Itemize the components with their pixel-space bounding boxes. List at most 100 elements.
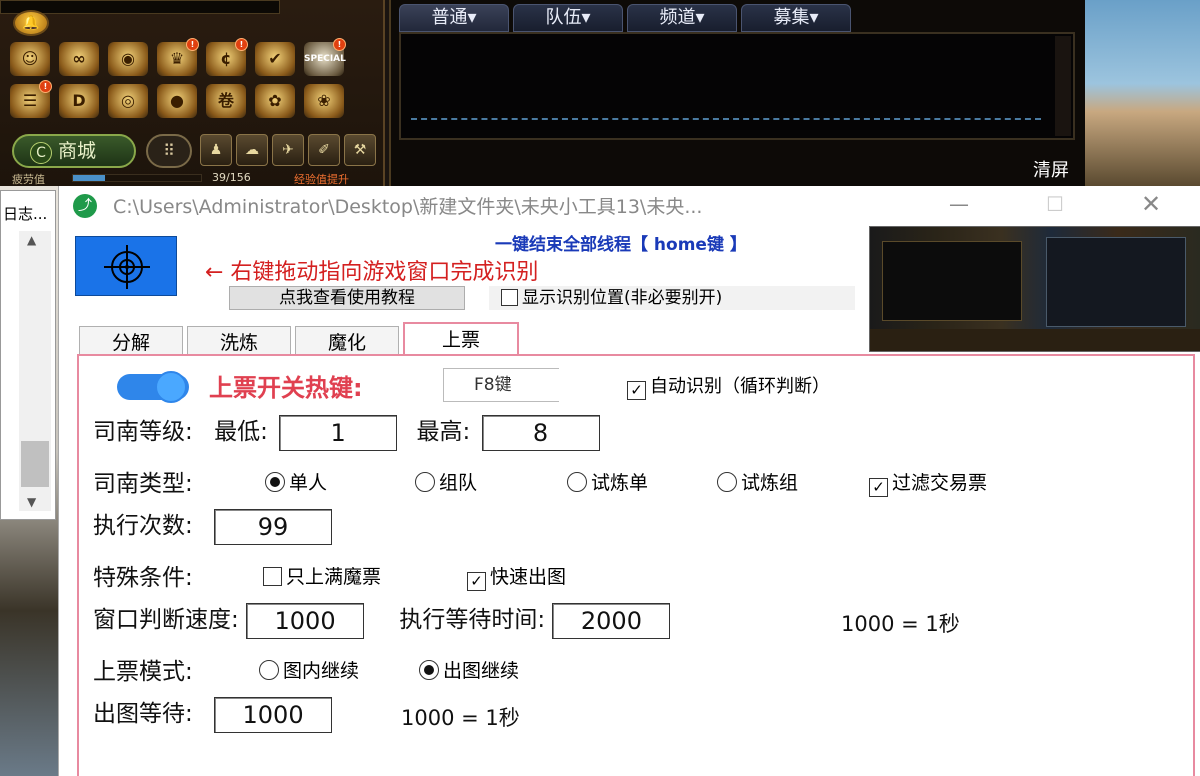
filter-trade-checkbox[interactable]: ✓ 过滤交易票 — [869, 468, 987, 497]
crown-icon[interactable]: ♛! — [157, 38, 199, 76]
daily-d-icon[interactable]: D — [59, 84, 99, 118]
tutorial-button[interactable]: 点我查看使用教程 — [229, 286, 465, 310]
scroll-down-icon[interactable]: ▼ — [27, 495, 36, 509]
radio-label: 试炼组 — [741, 472, 799, 494]
preview-pane-right — [1046, 237, 1186, 327]
hud-small-icon[interactable]: ✈ — [272, 134, 304, 166]
crosshair-target-icon[interactable] — [75, 236, 177, 296]
daily-d-icon-glyph: D — [72, 91, 86, 110]
share-app-icon: ⤴ — [73, 194, 97, 218]
mascot-icon[interactable]: ❀ — [304, 84, 344, 118]
hotkey-input[interactable]: F8键 — [443, 368, 559, 402]
window-title: C:\Users\Administrator\Desktop\新建文件夹\未央小… — [113, 196, 703, 218]
tab-bar: 分解 洗炼 魔化 上票 — [79, 322, 519, 358]
shop-label: 商城 — [58, 140, 97, 162]
radio-label: 试炼单 — [591, 472, 649, 494]
exec-count-row: 执行次数: 99 — [93, 506, 333, 545]
special-label: 特殊条件: — [93, 565, 193, 591]
checklist-icon[interactable]: ✔ — [255, 42, 295, 76]
game-preview-image — [869, 226, 1200, 352]
chat-tab-1[interactable]: 队伍▾ — [513, 4, 623, 32]
hud-small-icon[interactable]: ⚒ — [344, 134, 376, 166]
chat-tab-3[interactable]: 募集▾ — [741, 4, 851, 32]
radio-option-0[interactable]: 单人 — [265, 468, 327, 495]
pet-icon[interactable]: ✿ — [255, 84, 295, 118]
radio-option-1[interactable]: 组队 — [415, 468, 477, 495]
window-speed-input[interactable]: 1000 — [246, 602, 365, 639]
bell-icon[interactable]: 🔔 — [13, 10, 49, 36]
level-max-input[interactable]: 8 — [481, 414, 600, 451]
radio-button[interactable] — [259, 660, 279, 680]
chat-box[interactable] — [399, 32, 1075, 140]
map-pin-icon-glyph: ● — [170, 91, 184, 110]
ticket-toggle-switch[interactable] — [117, 371, 189, 403]
scroll-up-icon[interactable]: ▲ — [27, 233, 36, 247]
hud-icon-row-1: ☺ ∞ ◉ ♛! ¢! ✔ SPECIAL! — [10, 38, 346, 76]
radio-button[interactable] — [717, 472, 737, 492]
radio-button[interactable] — [265, 472, 285, 492]
game-hud: 🔔 ☺ ∞ ◉ ♛! ¢! ✔ SPECIAL! ☰! D ◎ ● 卷 ✿ ❀ C 商城 ⠿ ♟ ☁ ✈ ✐ ⚒ … — [0, 0, 385, 186]
chat-scrollbar[interactable] — [1055, 36, 1071, 136]
eye-icon-glyph: ◉ — [121, 49, 135, 68]
auto-detect-checkbox[interactable]: ✓ 自动识别（循环判断） — [627, 372, 830, 400]
pet-icon-glyph: ✿ — [268, 91, 282, 110]
radio-option-0[interactable]: 图内继续 — [259, 656, 359, 683]
checkbox-box[interactable] — [501, 289, 518, 306]
radio-option-3[interactable]: 试炼组 — [717, 468, 798, 495]
radio-option-2[interactable]: 试炼单 — [567, 468, 648, 495]
fast-map-checkbox[interactable]: ✓ 快速出图 — [467, 562, 566, 591]
notification-badge: ! — [333, 38, 346, 51]
ms-note-2: 1000 = 1秒 — [401, 706, 520, 730]
chat-tab-0[interactable]: 普通▾ — [399, 4, 509, 32]
end-all-threads-text: 一键结束全部线程【 home键 】 — [495, 235, 747, 255]
coin-c-icon[interactable]: ¢! — [206, 38, 248, 76]
log-window: 日志... ▲ ▼ — [0, 190, 56, 520]
exec-count-input[interactable]: 99 — [214, 508, 333, 545]
preview-bottom-bar — [870, 329, 1200, 351]
radio-button[interactable] — [567, 472, 587, 492]
map-pin-icon[interactable]: ● — [157, 84, 197, 118]
radio-option-1[interactable]: 出图继续 — [419, 656, 519, 683]
chat-tab-2[interactable]: 频道▾ — [627, 4, 737, 32]
shop-button[interactable]: C 商城 — [12, 134, 136, 168]
hud-small-icon[interactable]: ♟ — [200, 134, 232, 166]
hud-small-icon[interactable]: ✐ — [308, 134, 340, 166]
notice-board-icon[interactable]: ☰! — [10, 80, 52, 118]
radio-button[interactable] — [419, 660, 439, 680]
checkbox-box[interactable]: ✓ — [467, 572, 486, 591]
only-full-checkbox[interactable]: 只上满魔票 — [263, 562, 381, 589]
exit-wait-label: 出图等待: — [93, 701, 193, 727]
close-button[interactable]: ✕ — [1131, 190, 1171, 218]
exit-wait-input[interactable]: 1000 — [214, 696, 333, 733]
radio-button[interactable] — [415, 472, 435, 492]
maximize-button[interactable]: ☐ — [1035, 190, 1075, 218]
tab-3[interactable]: 上票 — [403, 322, 519, 356]
chain-link-icon[interactable]: ∞ — [59, 42, 99, 76]
special-icon[interactable]: SPECIAL! — [304, 38, 346, 76]
grid-menu-button[interactable]: ⠿ — [146, 134, 192, 168]
level-min-input[interactable]: 1 — [279, 414, 398, 451]
log-scrollbar[interactable]: ▲ ▼ — [19, 231, 51, 511]
preview-pane-left — [882, 241, 1022, 321]
scroll-icon[interactable]: 卷 — [206, 84, 246, 118]
character-icon[interactable]: ☺ — [10, 42, 50, 76]
notification-badge: ! — [235, 38, 248, 51]
fatigue-bar: 疲劳值 39/156 经验值提升 — [12, 170, 382, 186]
hud-small-icons: ♟ ☁ ✈ ✐ ⚒ — [200, 134, 376, 166]
ring-icon[interactable]: ◎ — [108, 84, 148, 118]
show-position-checkbox[interactable]: 显示识别位置(非必要别开) — [489, 286, 855, 310]
checklist-icon-glyph: ✔ — [268, 49, 282, 68]
scroll-thumb[interactable] — [21, 441, 49, 487]
checkbox-box[interactable]: ✓ — [627, 381, 646, 400]
notification-badge: ! — [186, 38, 199, 51]
mascot-icon-glyph: ❀ — [317, 91, 331, 110]
checkbox-box[interactable]: ✓ — [869, 478, 888, 497]
clear-screen-button[interactable]: 清屏 — [1033, 156, 1069, 182]
checkbox-box[interactable] — [263, 567, 282, 586]
log-window-title: 日志... — [3, 205, 48, 223]
show-position-label: 显示识别位置(非必要别开) — [522, 288, 723, 308]
exec-wait-input[interactable]: 2000 — [552, 602, 671, 639]
hud-small-icon[interactable]: ☁ — [236, 134, 268, 166]
minimize-button[interactable]: — — [939, 190, 979, 218]
eye-icon[interactable]: ◉ — [108, 42, 148, 76]
